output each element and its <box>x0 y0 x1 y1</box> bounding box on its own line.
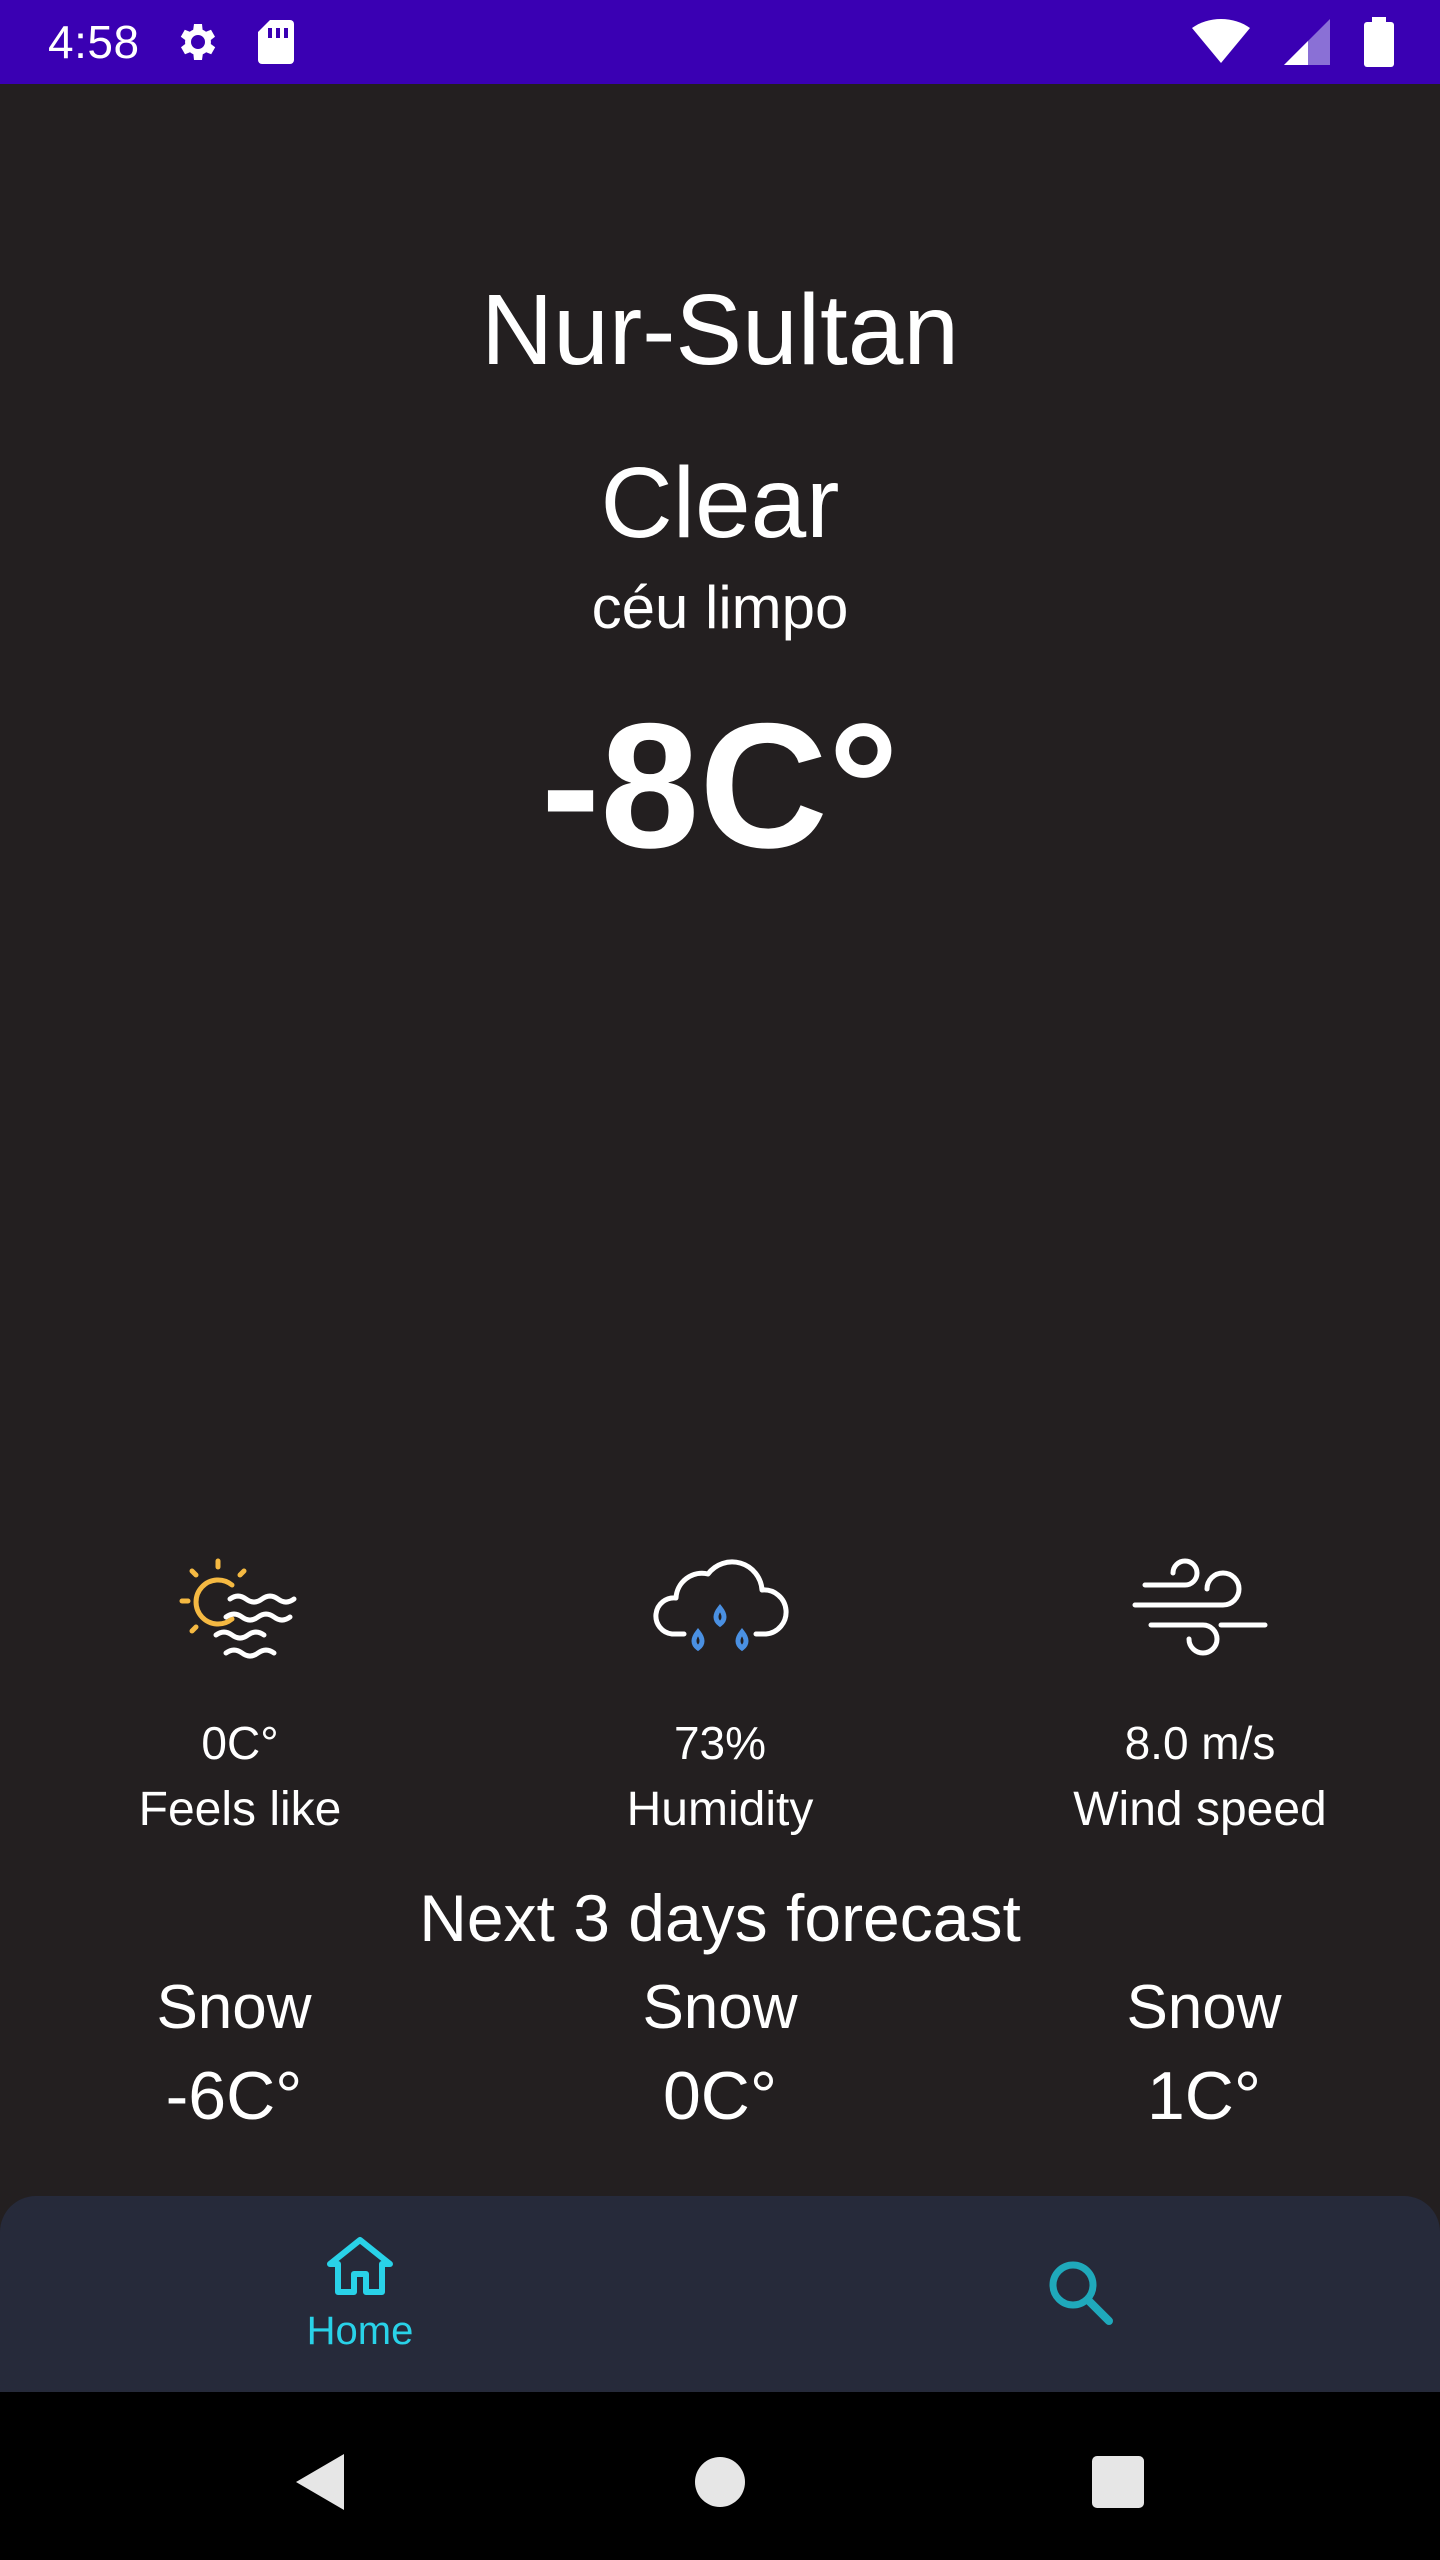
wind-speed-value: 8.0 m/s <box>1124 1717 1276 1769</box>
forecast-title: Next 3 days forecast <box>419 1881 1021 1955</box>
weather-description: céu limpo <box>591 574 849 641</box>
home-circle-icon[interactable] <box>680 2442 760 2522</box>
nav-search-tab[interactable] <box>720 2196 1440 2392</box>
status-time: 4:58 <box>48 16 140 68</box>
feels-like-value: 0C° <box>201 1717 279 1769</box>
forecast-day-1: Snow -6C° <box>0 1970 474 2136</box>
recents-icon[interactable] <box>1078 2442 1158 2522</box>
metric-humidity: 73% Humidity <box>480 1545 960 1839</box>
cellular-signal-icon <box>1284 19 1330 65</box>
humidity-label: Humidity <box>626 1783 814 1836</box>
search-icon <box>1045 2257 1115 2332</box>
status-right <box>1192 17 1394 67</box>
gear-icon <box>174 18 222 66</box>
sun-haze-icon <box>165 1545 315 1675</box>
humidity-value: 73% <box>673 1717 767 1769</box>
forecast-condition: Snow <box>642 1973 798 2042</box>
forecast-condition: Snow <box>156 1973 312 2042</box>
forecast-temperature: -6C° <box>165 2058 303 2134</box>
home-icon <box>324 2234 396 2303</box>
bottom-navigation: Home <box>0 2196 1440 2392</box>
forecast-temperature: 0C° <box>662 2058 778 2134</box>
battery-icon <box>1364 17 1394 67</box>
weather-condition: Clear <box>600 447 840 559</box>
status-left: 4:58 <box>48 15 296 69</box>
rain-cloud-icon <box>645 1545 795 1675</box>
weather-screen: 4:58 Nur-Sultan Clear céu limpo -8C° 0C°… <box>0 0 1440 2560</box>
forecast-temperature: 1C° <box>1146 2058 1262 2134</box>
wifi-icon <box>1192 19 1250 65</box>
wind-speed-label: Wind speed <box>1073 1783 1327 1836</box>
metric-wind-speed: 8.0 m/s Wind speed <box>960 1545 1440 1839</box>
current-temperature: -8C° <box>541 686 899 885</box>
back-icon[interactable] <box>280 2442 360 2522</box>
forecast-condition: Snow <box>1126 1973 1282 2042</box>
city-name: Nur-Sultan <box>481 274 959 386</box>
nav-home-tab[interactable]: Home <box>0 2196 720 2392</box>
forecast-day-3: Snow 1C° <box>964 1970 1440 2136</box>
feels-like-label: Feels like <box>138 1783 342 1836</box>
forecast-day-2: Snow 0C° <box>480 1970 960 2136</box>
status-bar: 4:58 <box>0 0 1440 84</box>
system-navigation-bar <box>0 2392 1440 2560</box>
nav-home-label: Home <box>306 2309 414 2353</box>
wind-icon <box>1125 1545 1275 1675</box>
sd-card-icon <box>256 18 296 66</box>
metric-feels-like: 0C° Feels like <box>0 1545 480 1839</box>
